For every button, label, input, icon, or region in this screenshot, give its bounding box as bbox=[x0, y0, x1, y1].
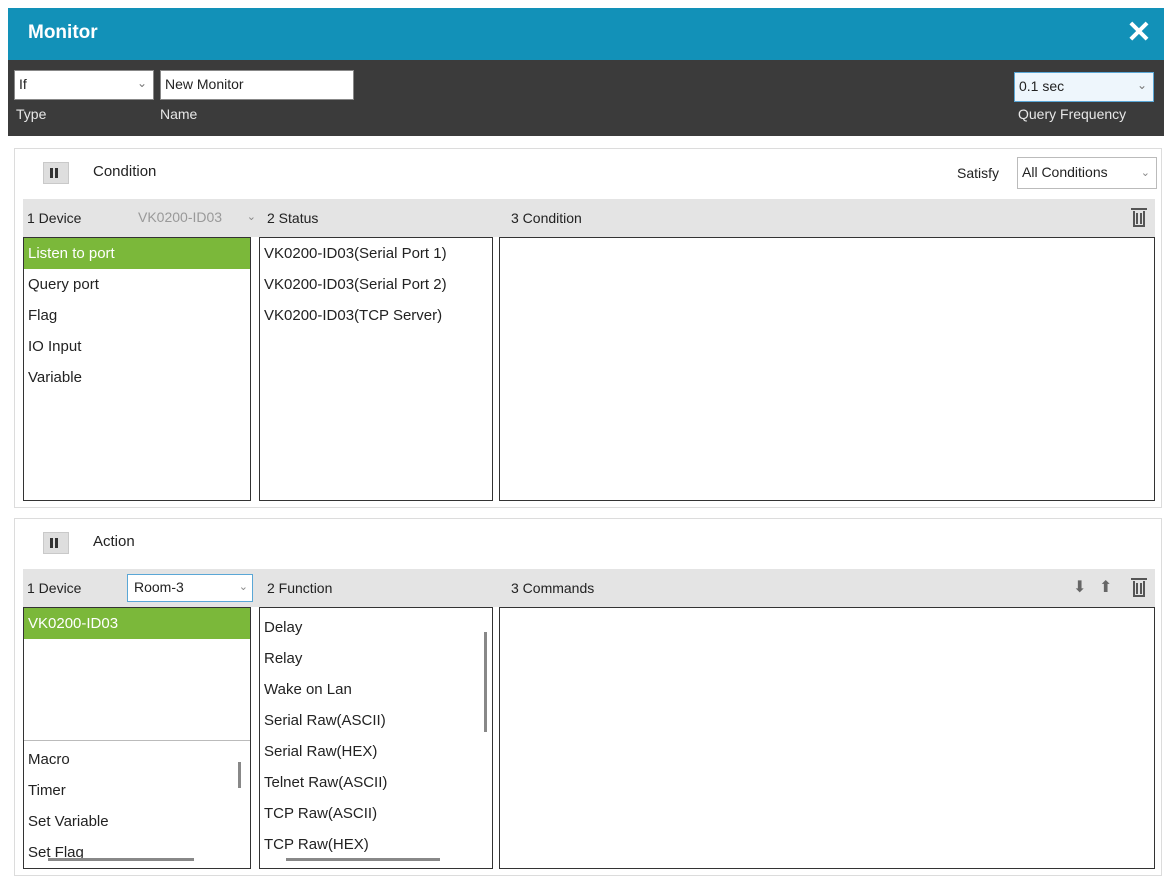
action-extra-item[interactable]: Timer bbox=[24, 775, 250, 806]
trash-icon[interactable] bbox=[1129, 577, 1149, 599]
action-device-list: VK0200-ID03 Macro Timer Set Variable Set Fl… bbox=[23, 607, 251, 869]
extra-list-scrollbar[interactable] bbox=[238, 762, 241, 788]
action-extra-item[interactable]: Set Variable bbox=[24, 806, 250, 837]
query-frequency-value: 0.1 sec bbox=[1019, 78, 1065, 94]
condition-device-item[interactable]: Variable bbox=[24, 362, 250, 393]
insert-command-icon[interactable]: ⬇ bbox=[1073, 577, 1093, 599]
type-select[interactable]: If ⌄ bbox=[14, 70, 154, 100]
status-column-label: 2 Status bbox=[267, 210, 319, 226]
chevron-down-icon: ⌄ bbox=[238, 581, 248, 593]
type-label: Type bbox=[16, 106, 47, 122]
function-item[interactable]: Relay bbox=[260, 643, 387, 674]
chevron-down-icon: ⌄ bbox=[246, 211, 256, 223]
name-value: New Monitor bbox=[165, 76, 244, 92]
function-item[interactable]: Serial Raw(ASCII) bbox=[260, 705, 387, 736]
function-list: Delay Relay Wake on Lan Serial Raw(ASCII) Se… bbox=[259, 607, 493, 869]
window-titlebar: Monitor ✕ bbox=[8, 8, 1164, 60]
query-frequency-select[interactable]: 0.1 sec ⌄ bbox=[1014, 72, 1154, 102]
commands-list[interactable] bbox=[499, 607, 1155, 869]
action-device-item[interactable]: VK0200-ID03 bbox=[24, 608, 250, 639]
export-command-icon[interactable]: ⬆ bbox=[1099, 577, 1119, 599]
commands-column-label: 3 Commands bbox=[511, 580, 595, 596]
action-column-header: 1 Device Room-3 ⌄ 2 Function 3 Commands … bbox=[23, 569, 1155, 607]
status-item[interactable]: VK0200-ID03(Serial Port 2) bbox=[260, 269, 492, 300]
chevron-down-icon: ⌄ bbox=[1136, 78, 1147, 92]
name-input[interactable]: New Monitor bbox=[160, 70, 354, 100]
condition-device-select[interactable]: VK0200-ID03 ⌄ bbox=[131, 204, 261, 232]
action-title: Action bbox=[93, 533, 135, 550]
trash-icon[interactable] bbox=[1129, 207, 1149, 229]
condition-device-list: Listen to port Query port Flag IO Input Vari… bbox=[23, 237, 251, 501]
condition-device-item[interactable]: Flag bbox=[24, 300, 250, 331]
condition-device-column-label: 1 Device bbox=[27, 210, 82, 226]
function-item[interactable]: TCP Raw(ASCII) bbox=[260, 798, 387, 829]
status-item[interactable]: VK0200-ID03(Serial Port 1) bbox=[260, 238, 492, 269]
condition-title: Condition bbox=[93, 163, 157, 180]
condition-header: Condition Satisfy All Conditions ⌄ bbox=[15, 149, 1161, 197]
extra-list-hscrollbar[interactable] bbox=[48, 858, 194, 861]
action-extra-item[interactable]: Set Flag bbox=[24, 837, 250, 868]
chevron-down-icon: ⌄ bbox=[136, 76, 147, 90]
condition-toggle-icon[interactable] bbox=[43, 162, 69, 184]
function-column-label: 2 Function bbox=[267, 580, 333, 596]
action-panel: Action 1 Device Room-3 ⌄ 2 Function 3 Co… bbox=[14, 518, 1162, 876]
window-title: Monitor bbox=[28, 22, 98, 43]
satisfy-value: All Conditions bbox=[1022, 164, 1108, 180]
function-item[interactable]: Delay bbox=[260, 612, 387, 643]
monitor-toolbar: If ⌄ Type New Monitor Name 0.1 sec ⌄ Que… bbox=[8, 60, 1164, 136]
status-list: VK0200-ID03(Serial Port 1) VK0200-ID03(Se… bbox=[259, 237, 493, 501]
function-item[interactable]: Serial Raw(HEX) bbox=[260, 736, 387, 767]
function-list-scrollbar[interactable] bbox=[484, 632, 487, 732]
status-item[interactable]: VK0200-ID03(TCP Server) bbox=[260, 300, 492, 331]
condition-device-item[interactable]: Query port bbox=[24, 269, 250, 300]
action-device-column-label: 1 Device bbox=[27, 580, 82, 596]
function-item[interactable]: TCP Raw(HEX) bbox=[260, 829, 387, 860]
condition-device-item[interactable]: Listen to port bbox=[24, 238, 250, 269]
condition-list[interactable] bbox=[499, 237, 1155, 501]
action-toggle-icon[interactable] bbox=[43, 532, 69, 554]
query-frequency-label: Query Frequency bbox=[1018, 106, 1127, 122]
name-label: Name bbox=[160, 106, 198, 122]
function-list-hscrollbar[interactable] bbox=[286, 858, 440, 861]
condition-panel: Condition Satisfy All Conditions ⌄ 1 Dev… bbox=[14, 148, 1162, 508]
condition-device-item[interactable]: IO Input bbox=[24, 331, 250, 362]
function-item[interactable]: Wake on Lan bbox=[260, 674, 387, 705]
condition-column-label: 3 Condition bbox=[511, 210, 582, 226]
action-extra-item[interactable]: Macro bbox=[24, 744, 250, 775]
satisfy-select[interactable]: All Conditions ⌄ bbox=[1017, 157, 1157, 189]
action-device-value: Room-3 bbox=[134, 579, 184, 595]
condition-device-value: VK0200-ID03 bbox=[138, 209, 223, 225]
function-item[interactable]: Telnet Raw(ASCII) bbox=[260, 767, 387, 798]
close-icon[interactable]: ✕ bbox=[1122, 16, 1156, 50]
condition-column-header: 1 Device VK0200-ID03 ⌄ 2 Status 3 Condit… bbox=[23, 199, 1155, 237]
satisfy-label: Satisfy bbox=[957, 165, 1000, 181]
chevron-down-icon: ⌄ bbox=[1140, 167, 1150, 179]
action-device-select[interactable]: Room-3 ⌄ bbox=[127, 574, 253, 602]
action-header: Action bbox=[15, 519, 1161, 567]
type-value: If bbox=[19, 76, 27, 92]
